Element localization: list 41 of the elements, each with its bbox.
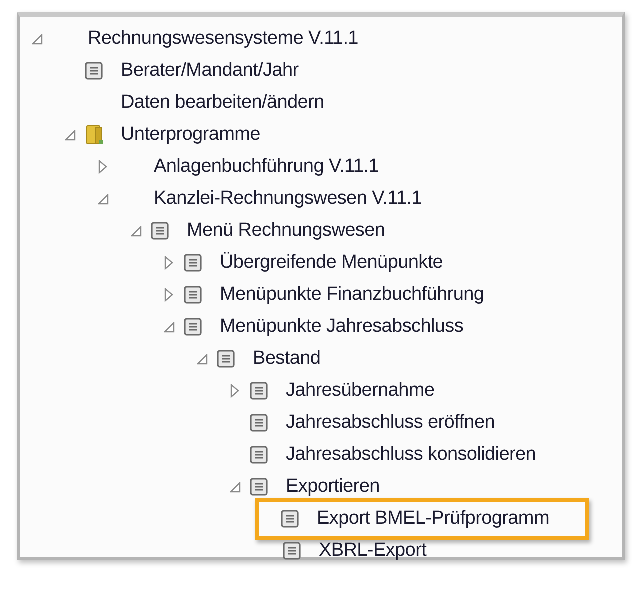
document-icon: [250, 478, 268, 496]
document-icon: [85, 62, 103, 80]
document-icon: [184, 318, 202, 336]
tree-item[interactable]: Jahresübernahme: [286, 380, 435, 402]
expanded-arrow-icon[interactable]: [32, 34, 42, 44]
tree-item[interactable]: Rechnungswesensysteme V.11.1: [88, 28, 358, 50]
tree-item[interactable]: Jahresabschluss eröffnen: [286, 412, 495, 434]
expanded-arrow-icon[interactable]: [196, 354, 208, 364]
tree-item[interactable]: Jahresabschluss konsolidieren: [286, 444, 536, 466]
tree-item[interactable]: Berater/Mandant/Jahr: [121, 60, 299, 82]
expanded-arrow-icon[interactable]: [98, 194, 108, 204]
expanded-arrow-icon[interactable]: [230, 482, 240, 492]
tree-item[interactable]: Kanzlei-Rechnungswesen V.11.1: [154, 188, 422, 210]
tree-item[interactable]: Exportieren: [286, 476, 380, 498]
tree-item[interactable]: Menüpunkte Jahresabschluss: [220, 316, 464, 338]
document-icon: [151, 222, 169, 240]
collapsed-arrow-icon[interactable]: [164, 288, 174, 302]
collapsed-arrow-icon[interactable]: [164, 256, 174, 270]
selected-tree-item[interactable]: Export BMEL-Prüfprogramm: [255, 498, 590, 540]
document-icon: [250, 382, 268, 400]
document-icon: [283, 542, 301, 560]
tree-item[interactable]: Menüpunkte Finanzbuchführung: [220, 284, 484, 306]
collapsed-arrow-icon[interactable]: [230, 384, 240, 398]
document-icon: [250, 414, 268, 432]
tree-item[interactable]: Menü Rechnungswesen: [187, 220, 386, 242]
expanded-arrow-icon[interactable]: [64, 130, 76, 140]
tree-item[interactable]: Anlagenbuchführung V.11.1: [154, 156, 379, 178]
folder-icon: [85, 124, 105, 146]
tree-item[interactable]: Daten bearbeiten/ändern: [121, 92, 324, 114]
document-icon: [217, 350, 235, 368]
document-icon: [250, 446, 268, 464]
document-icon: [184, 286, 202, 304]
tree-item[interactable]: Bestand: [253, 348, 321, 370]
tree-item[interactable]: Übergreifende Menüpunkte: [220, 252, 444, 274]
tree-item[interactable]: XBRL-Export: [319, 540, 427, 562]
document-icon: [184, 254, 202, 272]
expanded-arrow-icon[interactable]: [164, 322, 174, 332]
tree-item[interactable]: Unterprogramme: [121, 124, 260, 146]
document-icon: [281, 510, 299, 528]
expanded-arrow-icon[interactable]: [130, 226, 142, 236]
collapsed-arrow-icon[interactable]: [98, 160, 108, 174]
